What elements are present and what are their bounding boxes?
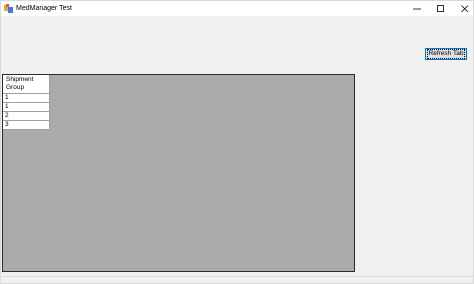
grid-cell[interactable]: 3 [3, 121, 50, 130]
column-header-shipment-group[interactable]: Shipment Group [3, 75, 50, 94]
app-icon [4, 4, 13, 13]
refresh-tab-button[interactable]: Refresh Tab [425, 48, 467, 60]
minimize-button[interactable] [405, 1, 429, 16]
grid-cell[interactable]: 1 [3, 94, 50, 103]
grid-cell[interactable]: 1 [3, 103, 50, 112]
close-button[interactable] [453, 1, 474, 16]
status-bar [2, 276, 473, 283]
refresh-tab-label: Refresh Tab [426, 49, 466, 59]
grid-cell[interactable]: 2 [3, 112, 50, 121]
minimize-icon [413, 8, 421, 9]
maximize-icon [437, 4, 444, 12]
main-window: MedManager Test Refresh Tab Shipment Gro… [0, 0, 474, 284]
close-icon [461, 4, 469, 12]
maximize-button[interactable] [429, 1, 453, 16]
title-bar[interactable]: MedManager Test [1, 1, 473, 16]
window-title: MedManager Test [16, 5, 72, 12]
data-grid[interactable]: Shipment Group 1 1 2 3 [2, 74, 355, 272]
